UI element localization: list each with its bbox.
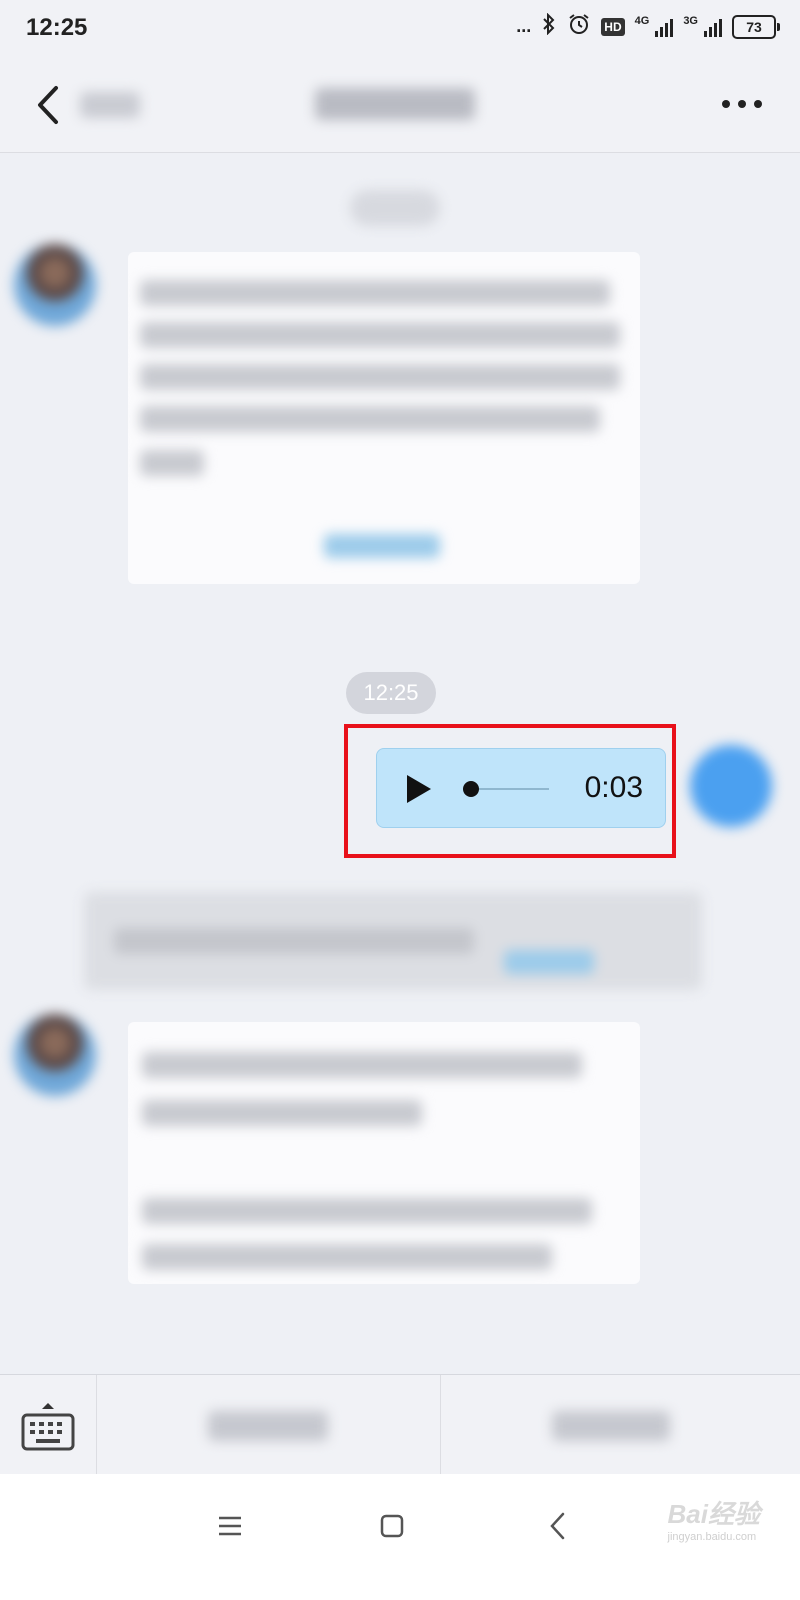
contact-avatar-2[interactable] [14, 1014, 96, 1096]
watermark-url: jingyan.baidu.com [667, 1531, 757, 1543]
more-dot [722, 100, 730, 108]
watermark-brand: Bai经验 [667, 1499, 760, 1529]
back-icon [550, 1512, 565, 1540]
chat-title-blurred [315, 88, 475, 120]
bottom-divider [96, 1375, 97, 1475]
signal-1-icon [655, 17, 674, 37]
system-notice-blurred [84, 892, 702, 990]
voice-progress-knob[interactable] [463, 781, 479, 797]
more-options-button[interactable] [722, 100, 762, 108]
chat-bottom-bar [0, 1374, 800, 1475]
home-icon [380, 1514, 404, 1538]
message-timestamp: 12:25 [346, 672, 436, 714]
hd-icon: HD [601, 17, 625, 36]
play-icon[interactable] [407, 775, 431, 803]
keyboard-toggle-button[interactable] [20, 1395, 76, 1455]
signal-2-icon [704, 17, 722, 37]
menu-nav-button[interactable] [210, 1506, 250, 1546]
network-4g-label: 4G [634, 14, 650, 27]
battery-icon: 73 [732, 14, 780, 39]
incoming-message-card [128, 252, 640, 584]
self-avatar[interactable] [690, 745, 772, 827]
chat-header [0, 58, 800, 153]
back-nav-button[interactable] [538, 1506, 578, 1546]
baidu-jingyan-watermark: Bai经验 jingyan.baidu.com [668, 1494, 760, 1543]
voice-message-bubble[interactable]: 0:03 [376, 748, 666, 828]
voice-duration: 0:03 [584, 771, 643, 804]
keyboard-icon [21, 1403, 75, 1451]
header-subtitle-blurred [80, 92, 140, 118]
chevron-left-icon [38, 86, 58, 124]
more-dot [754, 100, 762, 108]
status-icons: ... HD 4G 3G 73 [516, 12, 780, 41]
more-dot [738, 100, 746, 108]
home-nav-button[interactable] [372, 1506, 412, 1546]
network-3g-label: 3G [683, 14, 698, 27]
more-notifications-icon: ... [516, 16, 532, 36]
bluetooth-icon [541, 12, 557, 40]
date-separator-blurred [350, 190, 440, 226]
menu-icon [219, 1516, 241, 1536]
bottom-menu-item-1[interactable] [208, 1411, 328, 1441]
bottom-divider [440, 1375, 441, 1475]
status-bar: 12:25 ... HD 4G 3G 73 [0, 0, 800, 58]
alarm-icon [567, 12, 591, 41]
incoming-message-card-2 [128, 1022, 640, 1284]
contact-avatar[interactable] [14, 244, 96, 326]
status-time: 12:25 [26, 14, 88, 41]
bottom-menu-item-2[interactable] [552, 1411, 670, 1441]
back-button[interactable] [30, 82, 70, 128]
card-action-link-blurred[interactable] [324, 534, 440, 558]
